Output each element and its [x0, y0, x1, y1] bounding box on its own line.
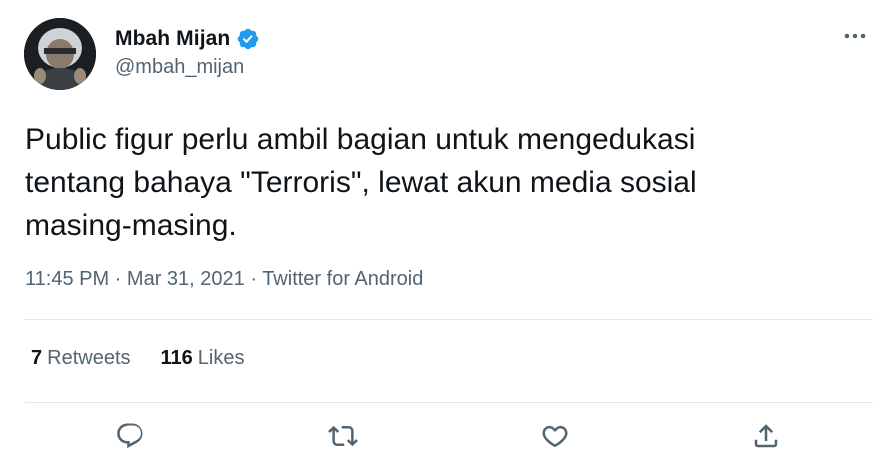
reply-icon — [117, 423, 143, 449]
retweet-icon — [328, 425, 358, 447]
name-row: Mbah Mijan — [115, 24, 260, 54]
retweets-label: Retweets — [47, 347, 131, 369]
divider — [25, 402, 873, 403]
tweet-actions — [0, 416, 896, 456]
retweets-count: 7 — [31, 347, 43, 369]
reply-button[interactable] — [110, 416, 150, 456]
meta-separator: · — [109, 268, 127, 290]
heart-icon — [542, 425, 568, 447]
tweet-stats: 7 Retweets 116 Likes — [31, 347, 244, 370]
author-info: Mbah Mijan @mbah_mijan — [115, 24, 260, 79]
likes-stat[interactable]: 116 Likes — [161, 347, 245, 370]
tweet-date[interactable]: Mar 31, 2021 — [127, 268, 245, 290]
likes-count: 116 — [160, 347, 193, 369]
tweet-text: Public figur perlu ambil bagian untuk me… — [25, 123, 697, 242]
like-button[interactable] — [535, 416, 575, 456]
more-horizontal-icon — [844, 33, 866, 39]
likes-label: Likes — [197, 347, 245, 369]
tweet-card: Mbah Mijan @mbah_mijan Public figur perl… — [0, 0, 896, 475]
divider — [25, 319, 873, 320]
user-handle[interactable]: @mbah_mijan — [115, 56, 260, 79]
meta-separator: · — [244, 268, 263, 290]
avatar[interactable] — [24, 18, 96, 90]
share-button[interactable] — [746, 416, 786, 456]
retweet-button[interactable] — [323, 416, 363, 456]
tweet-source[interactable]: Twitter for Android — [262, 268, 423, 290]
display-name[interactable]: Mbah Mijan — [115, 27, 230, 51]
more-options-button[interactable] — [840, 24, 870, 48]
share-icon — [754, 424, 778, 448]
tweet-metadata: 11:45 PM · Mar 31, 2021 · Twitter for An… — [25, 268, 423, 291]
tweet-time[interactable]: 11:45 PM — [25, 268, 109, 290]
retweets-stat[interactable]: 7 Retweets — [31, 347, 131, 370]
verified-badge-icon — [236, 27, 260, 51]
avatar-image — [24, 18, 96, 90]
